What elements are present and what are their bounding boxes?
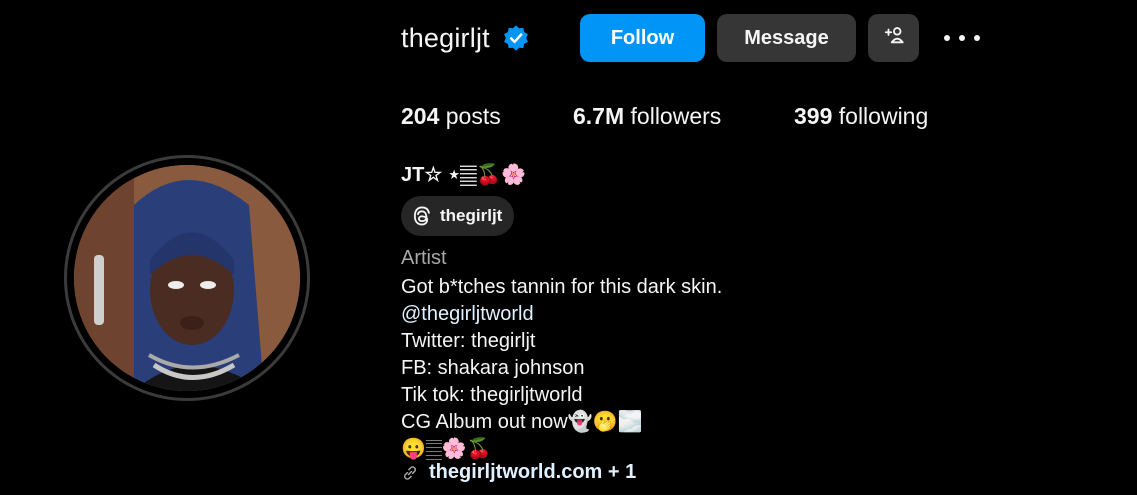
follow-button[interactable]: Follow bbox=[580, 14, 705, 62]
bio-line: FB: shakara johnson bbox=[401, 357, 585, 379]
following-count: 399 bbox=[794, 103, 833, 129]
external-link-text[interactable]: thegirljtworld.com + 1 bbox=[429, 461, 636, 484]
suggested-accounts-button[interactable] bbox=[868, 14, 919, 62]
profile-avatar[interactable] bbox=[74, 165, 300, 391]
profile-bio: Got b*tches tannin for this dark skin. @… bbox=[401, 274, 722, 463]
external-link[interactable]: thegirljtworld.com + 1 bbox=[401, 461, 636, 484]
bio-line: Tik tok: thegirljtworld bbox=[401, 384, 583, 406]
verified-badge-icon bbox=[502, 24, 530, 52]
profile-category: Artist bbox=[401, 247, 447, 269]
message-button[interactable]: Message bbox=[717, 14, 856, 62]
bio-line: 😛𝄛🌸🍒 bbox=[401, 438, 492, 460]
threads-icon bbox=[411, 205, 433, 227]
posts-label: posts bbox=[445, 103, 501, 129]
threads-link[interactable]: thegirljt bbox=[401, 196, 515, 236]
bio-mention-link[interactable]: @thegirljtworld bbox=[401, 301, 722, 328]
followers-stat[interactable]: 6.7M followers bbox=[573, 103, 721, 130]
link-icon bbox=[401, 464, 419, 482]
followers-count: 6.7M bbox=[573, 103, 625, 129]
bio-line: Got b*tches tannin for this dark skin. bbox=[401, 276, 723, 298]
add-person-icon bbox=[883, 24, 905, 52]
avatar-image bbox=[74, 165, 300, 391]
profile-avatar-ring[interactable] bbox=[64, 155, 310, 401]
profile-header: thegirljt bbox=[401, 14, 530, 62]
threads-handle: thegirljt bbox=[440, 206, 503, 225]
following-stat[interactable]: 399 following bbox=[794, 103, 928, 130]
username: thegirljt bbox=[401, 22, 490, 53]
bio-line: Twitter: thegirljt bbox=[401, 330, 536, 352]
bio-line: CG Album out now👻🫢🌫️ bbox=[401, 411, 643, 433]
following-label: following bbox=[838, 103, 929, 129]
more-options-icon[interactable] bbox=[944, 26, 980, 50]
posts-count: 204 bbox=[401, 103, 440, 129]
posts-stat[interactable]: 204 posts bbox=[401, 103, 501, 130]
followers-label: followers bbox=[630, 103, 722, 129]
full-name: JT☆ ⋆𝄛🍒🌸 bbox=[401, 164, 527, 186]
